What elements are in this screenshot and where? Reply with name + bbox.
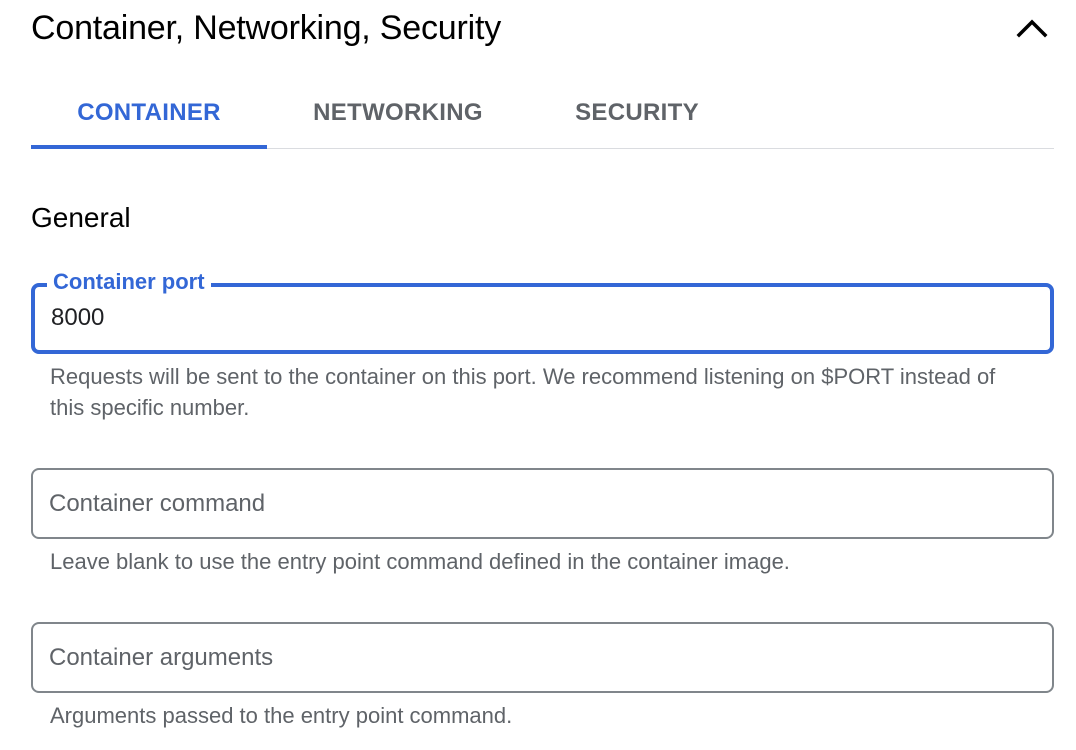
chevron-up-icon xyxy=(1016,19,1048,38)
tab-security[interactable]: SECURITY xyxy=(543,78,731,148)
collapse-button[interactable] xyxy=(1010,6,1054,50)
container-port-label: Container port xyxy=(47,269,211,295)
section-title: Container, Networking, Security xyxy=(31,9,502,47)
container-arguments-field[interactable] xyxy=(31,622,1054,693)
container-command-helper: Leave blank to use the entry point comma… xyxy=(50,549,790,574)
general-heading: General xyxy=(31,202,131,233)
tab-bar: CONTAINER NETWORKING SECURITY xyxy=(31,78,1054,149)
container-arguments-input[interactable] xyxy=(49,640,1036,676)
container-port-helper: Requests will be sent to the container o… xyxy=(50,364,996,420)
container-command-input[interactable] xyxy=(49,486,1036,522)
container-arguments-helper: Arguments passed to the entry point comm… xyxy=(50,703,513,728)
container-port-field[interactable]: Container port xyxy=(31,269,1054,354)
active-tab-indicator xyxy=(31,145,267,149)
section-header[interactable]: Container, Networking, Security xyxy=(31,6,1054,50)
container-networking-security-panel: Container, Networking, Security CONTAINE… xyxy=(0,0,1076,750)
tab-networking[interactable]: NETWORKING xyxy=(288,78,508,148)
container-port-input[interactable] xyxy=(51,301,1034,335)
tab-container[interactable]: CONTAINER xyxy=(31,78,267,148)
container-command-field[interactable] xyxy=(31,468,1054,539)
